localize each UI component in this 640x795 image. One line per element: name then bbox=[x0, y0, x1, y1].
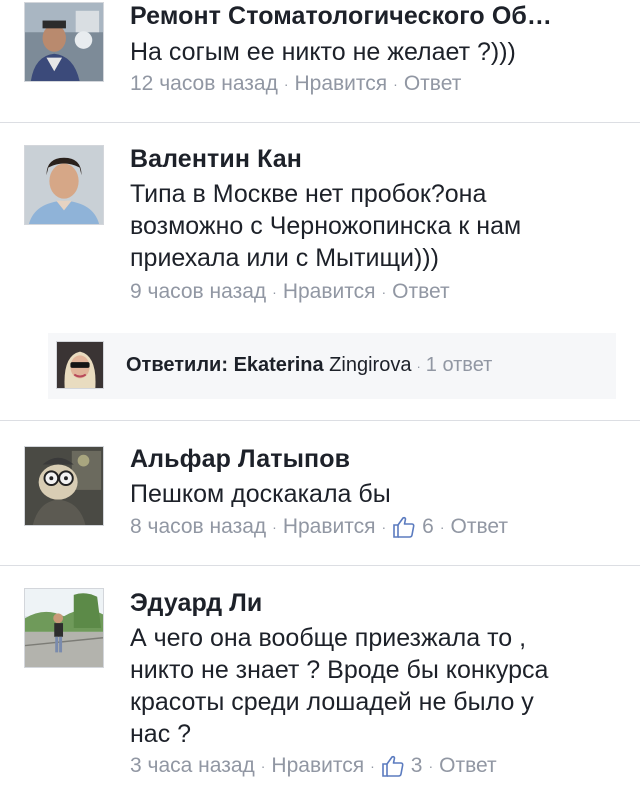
comment-meta: 8 часов назад · Нравится · 6 · Ответ bbox=[130, 515, 508, 539]
reply-link[interactable]: Ответ bbox=[392, 280, 449, 304]
avatar[interactable] bbox=[24, 588, 104, 668]
separator: · bbox=[439, 519, 445, 535]
comment-item: Эдуард Ли А чего она вообще приезжала то… bbox=[0, 566, 640, 795]
replies-summary[interactable]: Ответили: Ekaterina Zingirova · 1 ответ bbox=[48, 333, 616, 399]
like-link[interactable]: Нравится bbox=[283, 515, 376, 539]
separator: · bbox=[272, 519, 277, 535]
separator: · bbox=[381, 284, 387, 300]
thumbs-up-icon bbox=[392, 515, 416, 539]
separator: · bbox=[393, 76, 398, 92]
avatar[interactable] bbox=[24, 2, 104, 82]
timestamp[interactable]: 3 часа назад bbox=[130, 754, 255, 778]
comment-author[interactable]: Альфар Латыпов bbox=[130, 445, 350, 474]
reply-link[interactable]: Ответ bbox=[451, 515, 508, 539]
comment-author[interactable]: Валентин Кан bbox=[130, 145, 302, 174]
reply-link[interactable]: Ответ bbox=[439, 754, 496, 778]
comment-item: Ремонт Стоматологического Об… На согым е… bbox=[0, 0, 640, 122]
like-link[interactable]: Нравится bbox=[283, 280, 376, 304]
comments-feed: Ремонт Стоматологического Об… На согым е… bbox=[0, 0, 640, 795]
timestamp[interactable]: 9 часов назад bbox=[130, 280, 266, 304]
man-portrait-photo bbox=[25, 146, 103, 224]
man-outdoors-photo bbox=[25, 589, 103, 667]
comment-item: Альфар Латыпов Пешком доскакала бы 8 час… bbox=[0, 421, 640, 565]
timestamp[interactable]: 12 часов назад bbox=[130, 72, 278, 96]
replies-text[interactable]: Ответили: Ekaterina Zingirova · 1 ответ bbox=[126, 354, 492, 377]
like-count[interactable]: 3 bbox=[411, 754, 423, 778]
separator: · bbox=[428, 758, 434, 774]
person-in-dental-office-photo bbox=[25, 3, 103, 81]
comment-text: Пешком доскакала бы bbox=[130, 480, 391, 508]
comment-author[interactable]: Ремонт Стоматологического Об… bbox=[130, 2, 552, 31]
like-link[interactable]: Нравится bbox=[271, 754, 364, 778]
comment-text: На согым ее никто не желает ?))) bbox=[130, 38, 516, 66]
avatar[interactable] bbox=[24, 145, 104, 225]
separator: · bbox=[283, 76, 289, 92]
avatar bbox=[56, 341, 104, 389]
cartoon-character-photo bbox=[25, 447, 103, 525]
like-link[interactable]: Нравится bbox=[295, 72, 388, 96]
thumbs-up-icon bbox=[381, 754, 405, 778]
woman-sunglasses-photo bbox=[57, 342, 103, 388]
separator: · bbox=[370, 758, 375, 774]
comment-text: А чего она вообще приезжала то , никто н… bbox=[130, 624, 549, 748]
separator: · bbox=[260, 758, 266, 774]
comment-meta: 12 часов назад · Нравится · Ответ bbox=[130, 72, 461, 96]
avatar[interactable] bbox=[24, 446, 104, 526]
comment-author[interactable]: Эдуард Ли bbox=[130, 589, 262, 618]
comment-meta: 3 часа назад · Нравится · 3 · Ответ bbox=[130, 754, 497, 778]
separator: · bbox=[381, 519, 387, 535]
like-count[interactable]: 6 bbox=[422, 515, 434, 539]
comment-meta: 9 часов назад · Нравится · Ответ bbox=[130, 280, 450, 304]
comment-text: Типа в Москве нет пробок?она возможно с … bbox=[130, 180, 522, 272]
reply-link[interactable]: Ответ bbox=[404, 72, 461, 96]
separator: · bbox=[272, 284, 277, 300]
timestamp[interactable]: 8 часов назад bbox=[130, 515, 266, 539]
